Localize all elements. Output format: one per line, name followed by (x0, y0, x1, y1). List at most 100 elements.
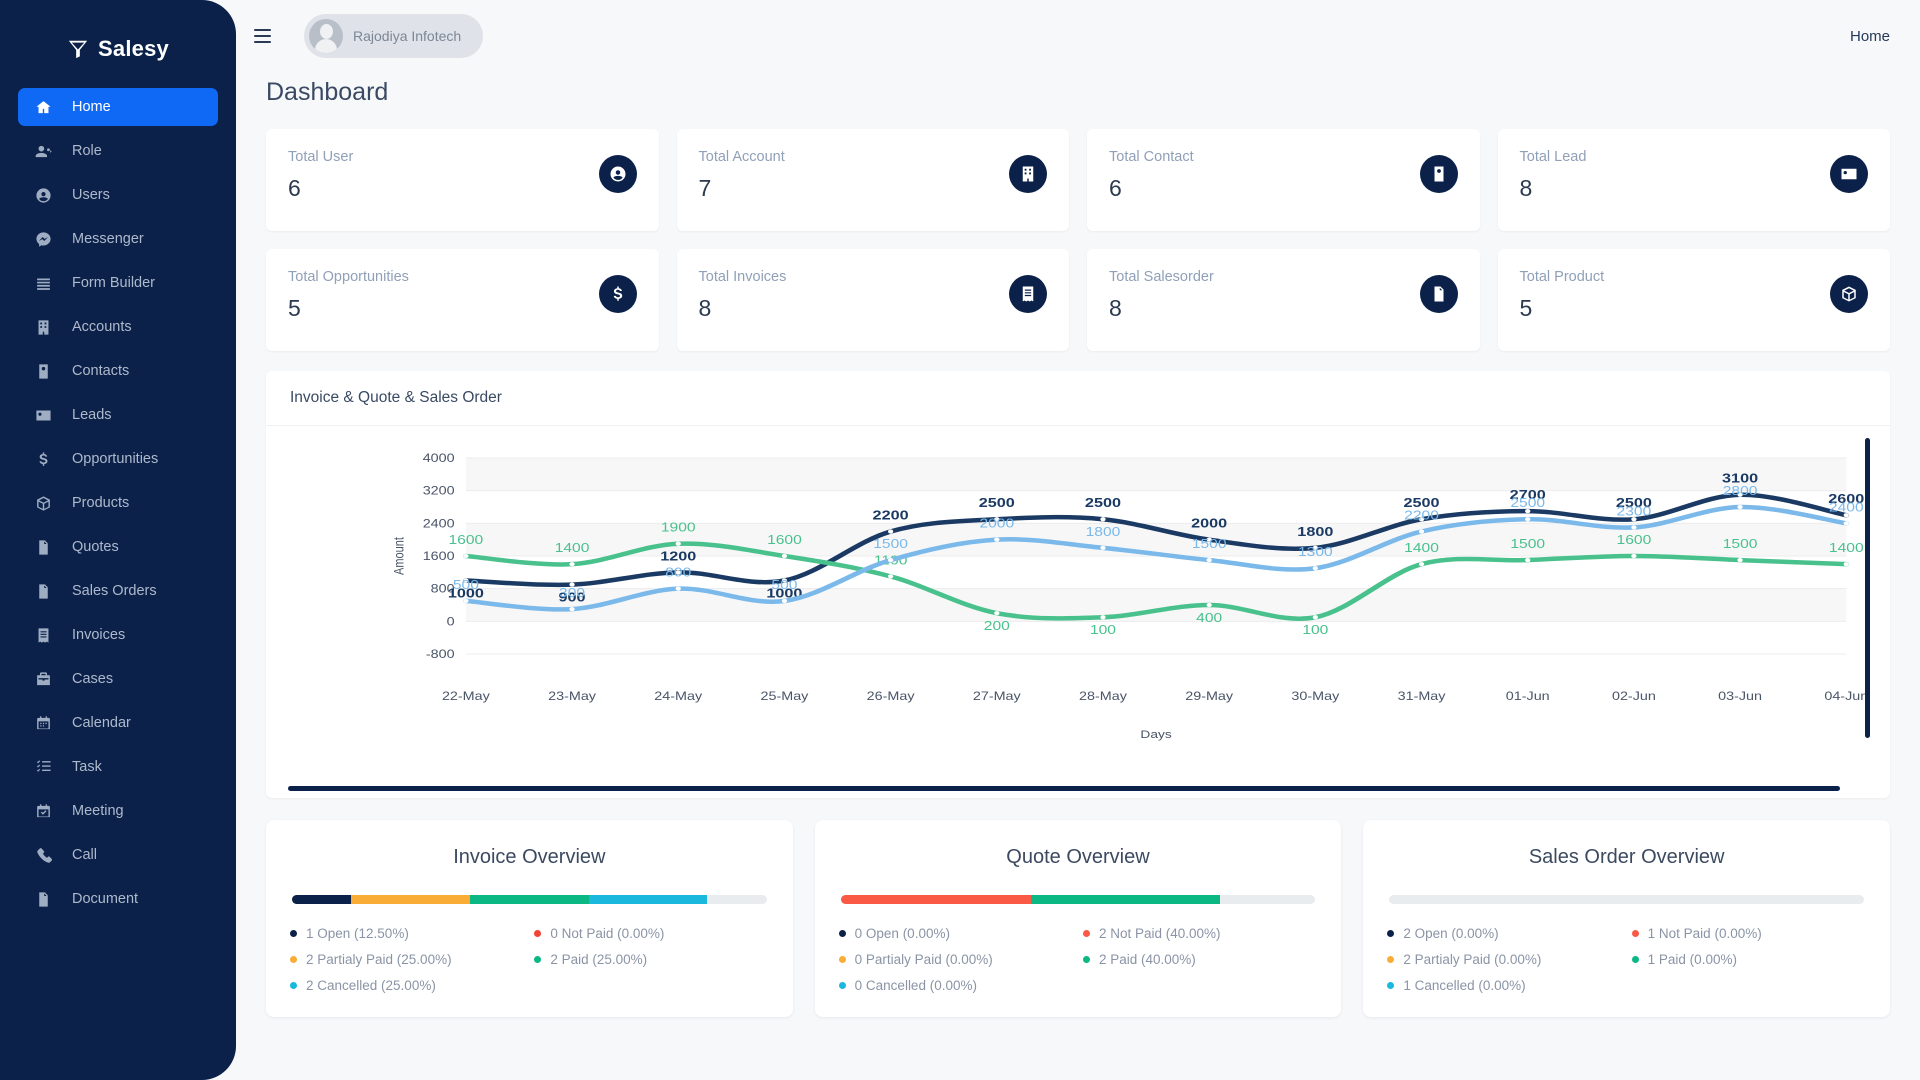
overview-title: Quote Overview (1006, 846, 1150, 868)
overview-progress-bar (1389, 895, 1864, 904)
user-name: Rajodiya Infotech (353, 28, 462, 44)
data-label: 2500 (979, 497, 1015, 511)
sidebar-item-label: Cases (72, 671, 114, 687)
id-card-icon (34, 406, 52, 424)
overview-cards: Invoice Overview 1 Open (12.50%) 0 Not Pai… (266, 820, 1890, 1017)
sidebar-item-products[interactable]: Products (18, 484, 218, 522)
legend-dot (290, 982, 297, 989)
x-axis-tick: 26-May (867, 689, 915, 702)
stat-label: Total Product (1519, 269, 1605, 285)
sidebar-item-contacts[interactable]: Contacts (18, 352, 218, 390)
list-lines-icon (34, 274, 52, 292)
x-axis-tick: 30-May (1291, 689, 1339, 702)
legend-item: 1 Cancelled (0.00%) (1387, 978, 1621, 993)
sidebar-item-users[interactable]: Users (18, 176, 218, 214)
main-area: Rajodiya Infotech Home Dashboard Total U… (236, 0, 1920, 1080)
chart-vertical-scrollbar[interactable] (1865, 438, 1870, 738)
legend-dot (534, 930, 542, 937)
sidebar-item-sales-orders[interactable]: Sales Orders (18, 572, 218, 610)
legend-dot (1387, 930, 1395, 937)
legend-label: 2 Cancelled (25.00%) (306, 978, 436, 993)
legend-dot (838, 982, 846, 989)
sidebar-item-label: Quotes (72, 539, 119, 555)
legend-label: 1 Not Paid (0.00%) (1647, 926, 1762, 941)
user-tag-icon (34, 142, 52, 160)
legend-dot (1631, 956, 1639, 963)
sidebar-nav: Home Role Users Messenger Form Builder Accoun… (0, 88, 236, 918)
legend-dot (1082, 930, 1090, 937)
data-label: 2200 (1404, 508, 1439, 522)
legend-label: 1 Cancelled (0.00%) (1403, 978, 1526, 993)
overview-title: Invoice Overview (453, 846, 606, 868)
x-axis-label: Days (1140, 728, 1171, 740)
line-chart[interactable]: 4000 3200 2400 1600 800 0 -800 Amount 22-May 23-M… (266, 426, 1890, 778)
data-label: 2200 (873, 509, 909, 523)
overview-card-quote-overview: Quote Overview 0 Open (0.00%) 2 Not Paid (… (814, 820, 1342, 1017)
overview-card-invoice-overview: Invoice Overview 1 Open (12.50%) 0 Not Pai… (266, 820, 793, 1017)
legend-item: 2 Partialy Paid (25.00%) (290, 952, 524, 967)
stat-card-total-product[interactable]: Total Product 5 (1497, 249, 1890, 351)
sidebar-item-document[interactable]: Document (18, 880, 218, 918)
sidebar-item-calendar[interactable]: Calendar (18, 704, 218, 742)
legend-dot (1082, 956, 1090, 963)
sidebar-item-label: Call (72, 847, 97, 863)
progress-segment (1030, 895, 1221, 904)
sidebar-item-label: Contacts (72, 363, 130, 379)
sidebar-item-label: Calendar (72, 715, 131, 731)
data-label: 1500 (873, 537, 908, 551)
x-axis-tick: 23-May (548, 689, 596, 702)
legend-item: 1 Paid (0.00%) (1631, 952, 1866, 967)
y-axis-tick: 4000 (423, 451, 455, 464)
legend-item: 2 Paid (40.00%) (1082, 952, 1317, 967)
stat-label: Total Salesorder (1109, 269, 1214, 285)
sidebar-item-label: Accounts (72, 319, 132, 335)
overview-title: Sales Order Overview (1528, 846, 1725, 868)
dollar-icon (598, 275, 637, 313)
dashboard-content: Total User 6 Total Account 7 Total Contact 6 T… (236, 107, 1920, 1017)
stat-card-total-account[interactable]: Total Account 7 (676, 129, 1069, 231)
stat-card-total-lead[interactable]: Total Lead 8 (1497, 129, 1890, 231)
sidebar-item-opportunities[interactable]: Opportunities (18, 440, 218, 478)
sidebar-item-home[interactable]: Home (18, 88, 218, 126)
dollar-icon (34, 450, 52, 468)
stat-card-total-contact[interactable]: Total Contact 6 (1087, 129, 1480, 231)
hamburger-icon[interactable] (254, 25, 276, 47)
legend-item: 1 Open (12.50%) (290, 926, 524, 941)
sidebar-item-task[interactable]: Task (18, 748, 218, 786)
stat-card-total-invoices[interactable]: Total Invoices 8 (676, 249, 1069, 351)
calendar-icon (34, 714, 52, 732)
data-label: 500 (453, 577, 479, 591)
invoice-icon (1009, 275, 1047, 313)
sidebar-item-quotes[interactable]: Quotes (18, 528, 218, 566)
brand-logo[interactable]: Salesy (0, 16, 236, 82)
overview-legend: 0 Open (0.00%) 2 Not Paid (40.00%) 0 Parti… (838, 926, 1318, 993)
stat-label: Total Contact (1109, 149, 1194, 165)
sidebar-item-form-builder[interactable]: Form Builder (18, 264, 218, 302)
legend-label: 2 Open (0.00%) (1403, 926, 1499, 941)
data-label: 500 (771, 577, 797, 591)
sidebar-item-role[interactable]: Role (18, 132, 218, 170)
x-axis-tick: 24-May (654, 689, 702, 702)
stat-card-total-opportunities[interactable]: Total Opportunities 5 (266, 249, 659, 351)
stat-card-total-user[interactable]: Total User 6 (266, 129, 659, 231)
user-menu[interactable]: Rajodiya Infotech (304, 14, 484, 58)
breadcrumb-home-link[interactable]: Home (1850, 28, 1890, 45)
sidebar-item-accounts[interactable]: Accounts (18, 308, 218, 346)
sidebar-item-label: Products (72, 495, 130, 511)
avatar (309, 19, 343, 53)
sidebar-item-messenger[interactable]: Messenger (18, 220, 218, 258)
stat-card-total-salesorder[interactable]: Total Salesorder 8 (1087, 249, 1480, 351)
stat-label: Total Account (698, 149, 785, 165)
sidebar-item-call[interactable]: Call (18, 836, 218, 874)
sidebar-item-cases[interactable]: Cases (18, 660, 218, 698)
data-label: 1500 (1192, 537, 1227, 551)
y-axis-tick: 3200 (423, 484, 455, 497)
data-label: 2800 (1723, 484, 1758, 498)
chart-panel: Invoice & Quote & Sales Order 4000 3200 24… (266, 371, 1890, 798)
stat-value: 8 (698, 295, 712, 321)
sidebar-item-leads[interactable]: Leads (18, 396, 218, 434)
data-label: 1600 (767, 533, 802, 547)
sidebar-item-meeting[interactable]: Meeting (18, 792, 218, 830)
sidebar-item-invoices[interactable]: Invoices (18, 616, 218, 654)
chart-horizontal-scrollbar[interactable] (288, 786, 1840, 791)
